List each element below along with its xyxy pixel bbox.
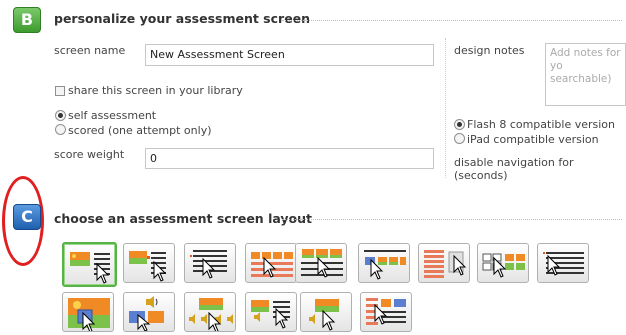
layout-tile-image-row-audio[interactable] <box>184 292 236 332</box>
section-b-title: personalize your assessment screen <box>54 11 311 26</box>
self-assessment-label: self assessment <box>68 109 157 122</box>
design-notes-input[interactable]: Add notes for yo searchable) <box>545 43 626 106</box>
layout-thumbnail-icon <box>251 300 290 329</box>
layout-tile-image-list-stack[interactable] <box>360 292 412 332</box>
layout-thumbnail-icon <box>364 250 406 280</box>
layout-thumbnail-icon <box>129 251 167 282</box>
layout-thumbnail-icon <box>129 296 164 331</box>
panel-divider <box>445 38 446 178</box>
layout-tile-text-list[interactable] <box>184 243 236 283</box>
layout-tile-image-audio-small[interactable] <box>300 292 352 332</box>
layout-thumbnail-icon <box>543 252 584 276</box>
layout-thumbnail-icon <box>251 252 293 278</box>
layout-tile-grid-cells[interactable] <box>477 243 529 283</box>
layout-tile-image-left-list-right[interactable] <box>62 242 117 287</box>
layout-tile-image-grid-4[interactable] <box>245 243 297 283</box>
layout-thumbnail-icon <box>301 249 343 278</box>
layout-thumbnail-icon <box>424 250 467 278</box>
flash-version-radio[interactable] <box>454 119 465 130</box>
layout-tile-image-list-row[interactable] <box>358 243 410 283</box>
scored-radio[interactable] <box>55 124 66 135</box>
layout-tile-full-image[interactable] <box>62 292 114 332</box>
screen-name-input[interactable]: New Assessment Screen <box>145 44 434 66</box>
score-weight-input[interactable]: 0 <box>145 148 434 169</box>
layout-thumbnail-icon <box>309 299 339 331</box>
section-b-divider <box>282 20 622 21</box>
screen-name-label: screen name <box>54 44 126 57</box>
layout-tile-image-left-list-right-alt[interactable] <box>123 243 175 283</box>
layout-thumbnail-icon <box>482 253 525 278</box>
layout-thumbnail-icon <box>189 298 233 331</box>
self-assessment-radio[interactable] <box>55 110 66 121</box>
section-c-divider <box>282 219 622 220</box>
layout-tile-list-with-image[interactable] <box>418 243 470 283</box>
step-b-badge: B <box>13 7 41 33</box>
section-c-title: choose an assessment screen layout <box>54 211 313 226</box>
ipad-version-radio[interactable] <box>454 133 465 144</box>
scored-label: scored (one attempt only) <box>68 124 212 137</box>
layout-thumbnail-icon <box>68 298 110 331</box>
disable-navigation-label: disable navigation for <box>454 156 574 169</box>
score-weight-label: score weight <box>54 148 125 161</box>
layout-tile-lines-list[interactable] <box>537 243 589 283</box>
layout-tile-image-audio[interactable] <box>123 292 175 332</box>
layout-thumbnail-icon <box>190 250 227 279</box>
disable-navigation-unit: (seconds) <box>454 169 508 182</box>
layout-thumbnail-icon <box>366 298 406 325</box>
layout-thumbnail-icon <box>70 252 110 284</box>
share-checkbox[interactable] <box>55 86 65 96</box>
ipad-version-label: iPad compatible version <box>467 133 599 146</box>
design-notes-label: design notes <box>454 44 525 57</box>
flash-version-label: Flash 8 compatible version <box>467 118 615 131</box>
layout-tile-image-row-list[interactable] <box>295 243 347 283</box>
share-label: share this screen in your library <box>68 84 243 97</box>
layout-tile-image-text-list[interactable] <box>245 292 297 332</box>
step-c-badge: C <box>13 204 41 230</box>
